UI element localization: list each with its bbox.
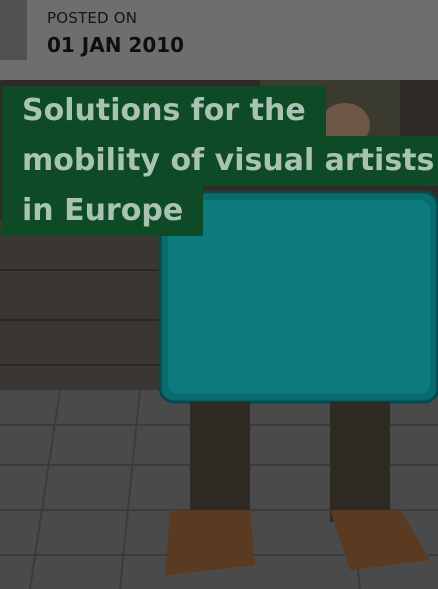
article-title-line-2[interactable]: mobility of visual artists bbox=[2, 136, 438, 186]
article-title-line-1[interactable]: Solutions for the bbox=[2, 86, 326, 136]
posted-header: POSTED ON 01 JAN 2010 bbox=[0, 0, 438, 80]
posted-date: 01 JAN 2010 bbox=[47, 33, 185, 57]
posted-label: POSTED ON bbox=[47, 9, 138, 27]
article-title-line-3[interactable]: in Europe bbox=[2, 186, 204, 236]
article-title[interactable]: Solutions for the mobility of visual art… bbox=[2, 86, 438, 236]
posted-accent-bar bbox=[0, 0, 27, 60]
